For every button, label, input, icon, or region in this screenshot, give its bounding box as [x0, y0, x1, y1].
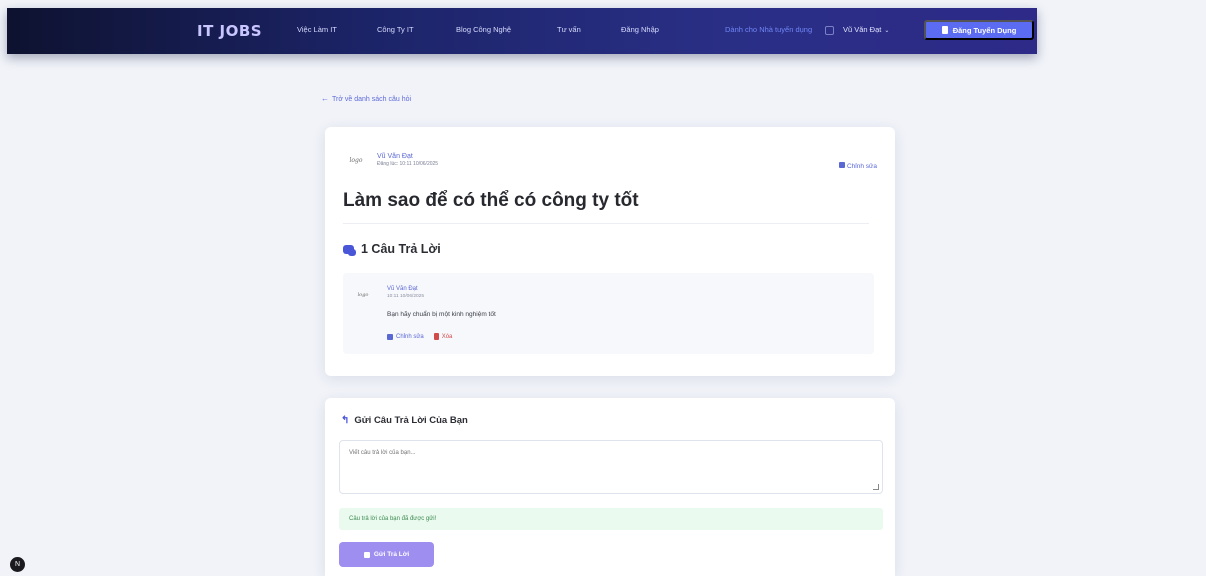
delete-answer-button[interactable]: Xóa [433, 333, 453, 340]
document-icon [941, 26, 948, 34]
answer-avatar: logo [357, 292, 369, 298]
nav-link-companies[interactable]: Công Ty IT [377, 25, 414, 34]
post-job-button[interactable]: Đăng Tuyển Dụng [924, 20, 1034, 40]
pencil-icon [387, 333, 393, 340]
answer-author[interactable]: Vũ Văn Đạt [387, 286, 418, 292]
question-card: logo Vũ Văn Đạt Đăng lúc: 10:11 10/06/20… [325, 127, 895, 376]
back-link-label: Trở về danh sách câu hỏi [332, 96, 412, 103]
pencil-icon [839, 162, 846, 168]
answer-item: logo Vũ Văn Đạt 10:11 10/06/2025 Bạn hãy… [343, 273, 874, 354]
floating-widget-icon[interactable]: N [10, 557, 25, 572]
divider [343, 223, 869, 224]
reply-textarea[interactable] [339, 440, 883, 494]
author-meta: Vũ Văn Đạt Đăng lúc: 10:11 10/06/2025 [377, 152, 438, 168]
reply-heading-label: Gửi Câu Trả Lời Của Bạn [354, 415, 468, 426]
edit-answer-label: Chỉnh sửa [396, 333, 424, 340]
delete-answer-label: Xóa [441, 333, 453, 340]
nav-link-blog[interactable]: Blog Công Nghệ [456, 25, 511, 34]
nav-link-consult[interactable]: Tư vấn [557, 25, 581, 34]
nav-link-login[interactable]: Đăng Nhập [621, 25, 659, 34]
submit-reply-button[interactable]: Gửi Trả Lời [339, 542, 434, 567]
back-to-questions-link[interactable]: ← Trở về danh sách câu hỏi [321, 94, 411, 103]
submit-label: Gửi Trả Lời [373, 551, 410, 558]
notification-icon[interactable] [825, 26, 834, 35]
question-title: Làm sao để có thể có công ty tốt [343, 190, 639, 211]
trash-icon [433, 333, 439, 340]
resize-grip-icon[interactable] [873, 484, 879, 490]
chevron-down-icon: ⌄ [884, 28, 890, 34]
reply-card: ↰ Gửi Câu Trả Lời Của Bạn Câu trả lời củ… [325, 398, 895, 576]
post-date: Đăng lúc: 10:11 10/06/2025 [377, 161, 439, 167]
answer-actions: Chỉnh sửa Xóa [387, 333, 452, 340]
nav-link-employer[interactable]: Dành cho Nhà tuyển dụng [725, 25, 812, 34]
user-menu[interactable]: Vũ Văn Đạt ⌄ [843, 25, 889, 34]
answers-heading: 1 Câu Trả Lời [343, 242, 441, 256]
send-icon [363, 551, 370, 558]
answer-text: Bạn hãy chuẩn bị một kinh nghiệm tốt [387, 311, 496, 318]
arrow-left-icon: ← [321, 94, 329, 103]
edit-label: Chỉnh sửa [846, 163, 877, 170]
author-name[interactable]: Vũ Văn Đạt [377, 152, 438, 161]
edit-question-button[interactable]: Chỉnh sửa [839, 162, 877, 170]
reply-heading: ↰ Gửi Câu Trả Lời Của Bạn [341, 415, 468, 426]
success-alert: Câu trả lời của bạn đã được gửi! [339, 508, 883, 530]
comments-icon [343, 244, 356, 256]
avatar: logo [345, 149, 367, 171]
reply-icon: ↰ [341, 415, 350, 426]
question-author: logo Vũ Văn Đạt Đăng lúc: 10:11 10/06/20… [345, 149, 438, 171]
top-navbar: IT JOBS Việc Làm IT Công Ty IT Blog Công… [7, 8, 1037, 54]
nav-link-jobs[interactable]: Việc Làm IT [297, 25, 337, 34]
user-name: Vũ Văn Đạt [843, 25, 882, 34]
edit-answer-button[interactable]: Chỉnh sửa [387, 333, 424, 340]
answers-count: 1 Câu Trả Lời [361, 242, 441, 256]
answer-date: 10:11 10/06/2025 [387, 294, 424, 299]
brand-logo[interactable]: IT JOBS [197, 22, 262, 40]
post-job-label: Đăng Tuyển Dụng [952, 25, 1017, 35]
